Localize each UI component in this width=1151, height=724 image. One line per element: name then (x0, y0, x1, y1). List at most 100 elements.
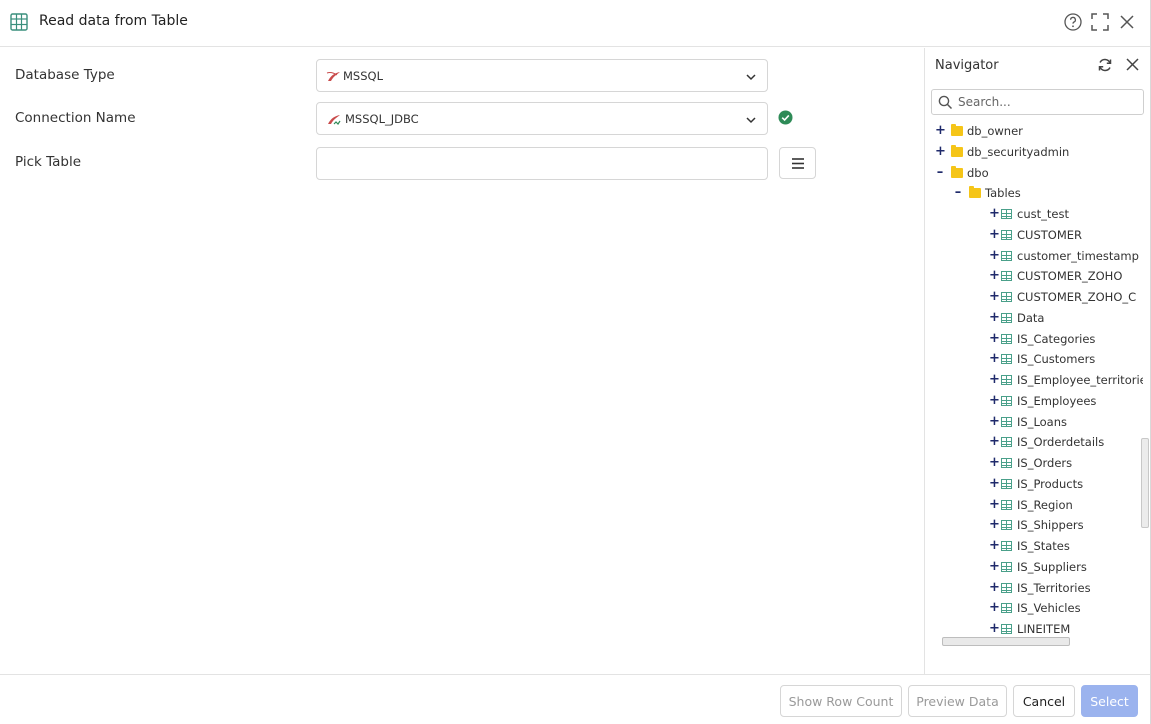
list-icon (792, 158, 804, 169)
navigator-panel: Navigator + db_owner (924, 48, 1150, 674)
database-type-label: Database Type (15, 67, 115, 83)
chevron-down-icon (746, 117, 756, 124)
close-icon[interactable] (1117, 12, 1137, 32)
expand-icon[interactable]: + (935, 145, 946, 158)
expand-icon[interactable]: + (989, 394, 1000, 407)
tree-node-label: IS_Orders (1017, 456, 1073, 470)
tree-node-label: db_owner (967, 124, 1023, 138)
expand-icon[interactable]: + (989, 228, 1000, 241)
expand-icon[interactable]: + (989, 498, 1000, 511)
table-icon (10, 13, 28, 31)
help-icon[interactable] (1063, 12, 1083, 32)
maximize-icon[interactable] (1090, 12, 1110, 32)
refresh-icon[interactable] (1097, 57, 1113, 73)
expand-icon[interactable]: + (989, 477, 1000, 490)
table-icon (1001, 437, 1012, 448)
table-icon (1001, 582, 1012, 593)
pick-table-input[interactable] (316, 147, 768, 180)
vertical-scrollbar[interactable] (1141, 438, 1149, 528)
tree-node-label: IS_Loans (1017, 414, 1068, 429)
close-navigator-icon[interactable] (1125, 57, 1140, 72)
table-icon (1001, 478, 1012, 489)
connection-icon (328, 115, 341, 125)
expand-icon[interactable]: + (989, 539, 1000, 552)
expand-icon[interactable]: + (989, 456, 1000, 469)
table-icon (1001, 271, 1012, 282)
tree-node-label: customer_timestamp (1017, 248, 1139, 263)
expand-icon[interactable]: + (989, 373, 1000, 386)
expand-icon[interactable]: + (989, 290, 1000, 303)
tree-node-label: IS_Employee_territorie (1017, 373, 1143, 387)
select-button[interactable]: Select (1081, 685, 1138, 717)
tree-node-label: dbo (967, 166, 989, 180)
tree-node-label: IS_Territories (1017, 580, 1091, 595)
table-icon (1001, 209, 1012, 219)
navigator-tree: + db_owner + db_securityadmin – dbo – Ta… (925, 122, 1143, 640)
pick-table-button[interactable] (779, 147, 816, 179)
preview-data-button[interactable]: Preview Data (908, 685, 1007, 717)
expand-icon[interactable]: + (989, 352, 1000, 365)
expand-icon[interactable]: + (989, 207, 1000, 220)
expand-icon[interactable]: + (989, 601, 1000, 614)
tree-node-label: IS_States (1017, 539, 1070, 553)
connection-name-select[interactable]: MSSQL_JDBC (316, 102, 768, 135)
table-icon (1001, 395, 1012, 406)
expand-icon[interactable]: + (989, 435, 1000, 448)
folder-icon (951, 124, 963, 136)
expand-icon[interactable]: + (989, 311, 1000, 324)
folder-icon (951, 145, 963, 157)
chevron-down-icon (746, 74, 756, 81)
expand-icon[interactable]: + (989, 622, 1000, 635)
dialog-title: Read data from Table (39, 13, 188, 29)
expand-icon[interactable]: + (989, 269, 1000, 282)
table-icon (1001, 458, 1012, 468)
tree-node-label: IS_Vehicles (1017, 601, 1081, 616)
tree-node-label: CUSTOMER (1017, 227, 1083, 242)
read-table-dialog: Read data from Table Database Type MSSQL… (0, 0, 1151, 724)
table-icon (1001, 624, 1012, 634)
expand-icon[interactable]: + (989, 415, 1000, 428)
expand-icon[interactable]: + (935, 124, 946, 137)
navigator-title: Navigator (935, 58, 999, 73)
table-icon (1001, 312, 1012, 323)
expand-icon[interactable]: + (989, 581, 1000, 594)
tree-node-label: Data (1017, 310, 1045, 325)
table-icon (1001, 520, 1012, 531)
expand-icon[interactable]: + (989, 518, 1000, 531)
table-icon (1001, 354, 1012, 365)
database-type-value: MSSQL (343, 69, 383, 83)
tree-node-label: CUSTOMER_ZOHO_C (1017, 290, 1137, 304)
collapse-icon[interactable]: – (953, 186, 963, 199)
mssql-icon (326, 72, 340, 81)
tree-node-label: cust_test (1017, 207, 1069, 221)
table-icon (1001, 292, 1012, 302)
pick-table-label: Pick Table (15, 154, 82, 170)
search-icon (938, 95, 953, 110)
database-type-select[interactable]: MSSQL (316, 59, 768, 92)
dialog-footer: Show Row Count Preview Data Cancel Selec… (0, 674, 1150, 724)
expand-icon[interactable]: + (989, 249, 1000, 262)
show-row-count-button[interactable]: Show Row Count (780, 685, 902, 717)
cancel-button[interactable]: Cancel (1013, 685, 1075, 717)
tree-node-label: Tables (985, 186, 1021, 200)
expand-icon[interactable]: + (989, 560, 1000, 573)
table-icon (1001, 416, 1012, 427)
collapse-icon[interactable]: – (935, 166, 945, 179)
folder-icon (969, 186, 981, 198)
tree-node-label: IS_Products (1017, 476, 1084, 491)
table-icon (1001, 541, 1012, 551)
tree-node-label: IS_Employees (1017, 393, 1097, 408)
horizontal-scrollbar[interactable] (942, 637, 1070, 646)
folder-icon (951, 166, 963, 178)
connection-name-label: Connection Name (15, 110, 136, 126)
tree-node-label: IS_Suppliers (1017, 559, 1087, 574)
tree-node-label: IS_Shippers (1017, 518, 1084, 533)
dialog-header: Read data from Table (0, 0, 1150, 47)
table-icon (1001, 603, 1012, 614)
tree-node-label: IS_Customers (1017, 352, 1096, 367)
tree-node-label: db_securityadmin (967, 145, 1070, 159)
navigator-search-input[interactable] (958, 93, 1138, 111)
navigator-search[interactable] (931, 89, 1144, 115)
table-icon (1001, 375, 1012, 385)
expand-icon[interactable]: + (989, 332, 1000, 345)
